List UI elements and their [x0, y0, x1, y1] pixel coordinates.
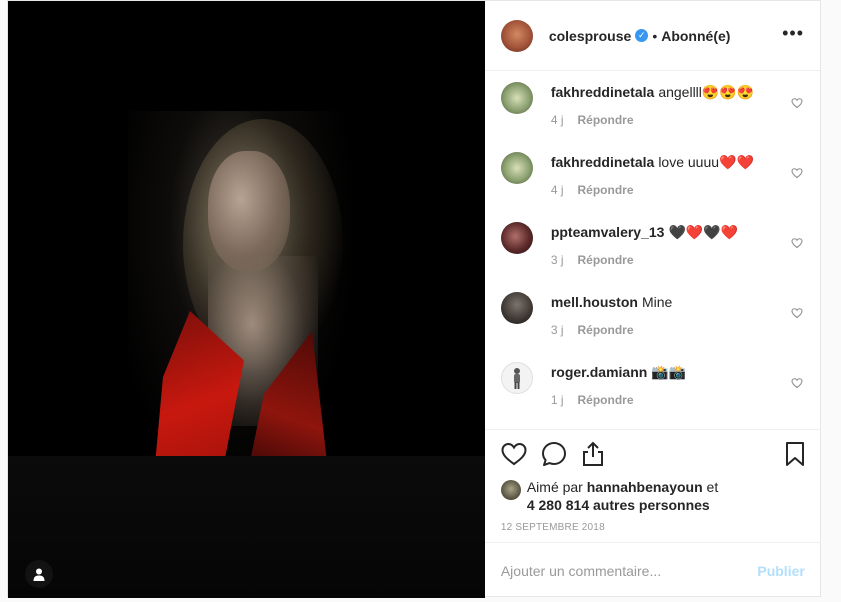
reply-button[interactable]: Répondre: [578, 393, 634, 407]
comment-item: fakhreddinetala love uuuu❤️❤️ 4 j Répondre: [500, 149, 805, 219]
verified-badge-icon: ✓: [635, 29, 649, 42]
bookmark-icon[interactable]: [785, 441, 805, 472]
comment-text: 📸📸: [651, 364, 687, 380]
comment-item: ppteamvalery_13 🖤❤️🖤❤️ 3 j Répondre: [500, 219, 805, 289]
comment-text: 🖤❤️🖤❤️: [668, 224, 739, 240]
comment-item: mell.houston Mine 3 j Répondre: [500, 289, 805, 359]
post-actions: Aimé par hannahbenayoun et 4 280 814 aut…: [484, 429, 821, 533]
likes-prefix: Aimé par: [526, 479, 587, 495]
commenter-avatar[interactable]: [500, 292, 533, 324]
more-options-icon[interactable]: •••: [782, 24, 804, 44]
like-comment-icon[interactable]: [791, 377, 803, 389]
author-username[interactable]: colesprouse: [549, 28, 631, 44]
author-avatar[interactable]: [500, 19, 533, 52]
comment-username[interactable]: fakhreddinetala: [551, 84, 654, 100]
post-date[interactable]: 12 SEPTEMBRE 2018: [501, 522, 805, 533]
commenter-avatar[interactable]: [500, 362, 533, 394]
reply-button[interactable]: Répondre: [578, 323, 634, 337]
comment-age[interactable]: 4 j: [551, 183, 564, 197]
header-separator: •: [652, 27, 658, 44]
comment-item: fakhreddinetala angellll😍😍😍 4 j Répondre: [500, 79, 805, 149]
comment-text: angellll😍😍😍: [658, 84, 755, 100]
photo-floor: [8, 456, 485, 598]
user-icon: [33, 568, 45, 581]
comment-age[interactable]: 4 j: [551, 113, 564, 127]
comment-icon[interactable]: [541, 441, 567, 472]
likes-count-link[interactable]: 4 280 814 autres personnes: [527, 497, 710, 513]
comment-age[interactable]: 3 j: [551, 253, 564, 267]
post-photo[interactable]: [8, 1, 485, 598]
commenter-avatar[interactable]: [500, 152, 533, 184]
post-header: colesprouse ✓ • Abonné(e) •••: [484, 1, 820, 71]
likes-mid: et: [702, 479, 719, 495]
reply-button[interactable]: Répondre: [578, 113, 634, 127]
commenter-avatar[interactable]: [500, 222, 533, 254]
comment-text: love uuuu❤️❤️: [658, 154, 754, 170]
post-sidebar: colesprouse ✓ • Abonné(e) ••• fakhreddin…: [484, 1, 821, 598]
comment-age[interactable]: 3 j: [551, 323, 564, 337]
add-comment-bar: Publier: [484, 542, 821, 598]
like-comment-icon[interactable]: [791, 237, 803, 249]
reply-button[interactable]: Répondre: [578, 183, 634, 197]
like-comment-icon[interactable]: [791, 167, 803, 179]
comment-username[interactable]: fakhreddinetala: [551, 154, 654, 170]
liker-avatar[interactable]: [500, 480, 521, 500]
comment-username[interactable]: roger.damiann: [551, 364, 647, 380]
share-icon[interactable]: [581, 441, 605, 472]
comment-age[interactable]: 1 j: [551, 393, 564, 407]
comment-item: roger.damiann 📸📸 1 j Répondre: [500, 359, 805, 429]
tagged-users-button[interactable]: [25, 560, 53, 588]
liker-username[interactable]: hannahbenayoun: [587, 479, 703, 495]
photo-face: [208, 151, 290, 271]
person-figure-icon: [513, 368, 520, 389]
like-comment-icon[interactable]: [791, 97, 803, 109]
like-comment-icon[interactable]: [791, 307, 803, 319]
comment-username[interactable]: ppteamvalery_13: [551, 224, 665, 240]
comments-list: fakhreddinetala angellll😍😍😍 4 j Répondre f…: [485, 71, 821, 429]
reply-button[interactable]: Répondre: [578, 253, 634, 267]
comment-username[interactable]: mell.houston: [551, 294, 638, 310]
instagram-post: colesprouse ✓ • Abonné(e) ••• fakhreddin…: [7, 0, 821, 598]
comment-input[interactable]: [500, 562, 758, 579]
follow-status-button[interactable]: Abonné(e): [661, 28, 730, 44]
publish-button[interactable]: Publier: [757, 563, 804, 579]
comment-text: Mine: [641, 294, 673, 310]
likes-summary: Aimé par hannahbenayoun et 4 280 814 aut…: [500, 478, 805, 514]
commenter-avatar[interactable]: [500, 82, 533, 114]
like-icon[interactable]: [501, 442, 527, 471]
